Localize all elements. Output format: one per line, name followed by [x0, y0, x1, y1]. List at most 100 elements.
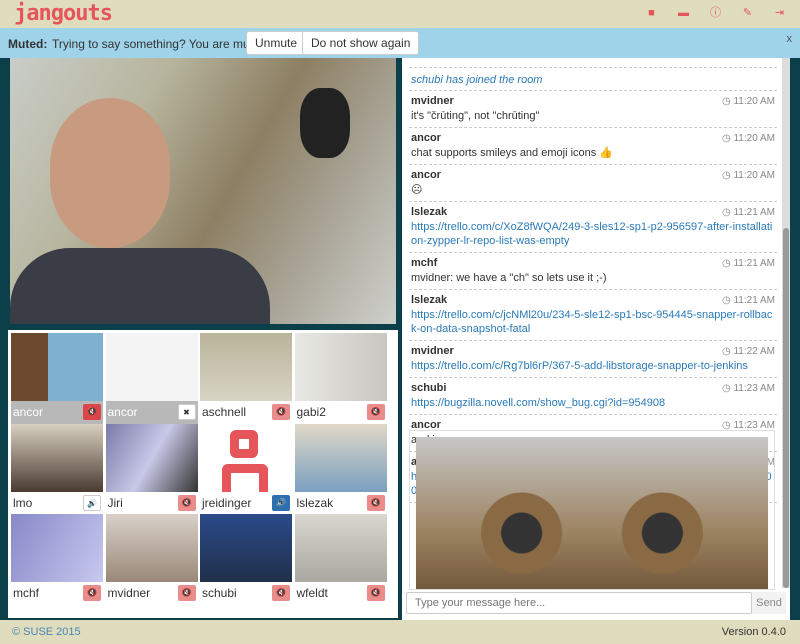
chat-message: schubi ◷ 11:23 AM https://bugzilla.novell.… — [409, 378, 777, 415]
feed-tile[interactable]: aschnell 🔇 — [200, 333, 292, 423]
feed-video — [11, 423, 103, 492]
feed-tile[interactable]: ancor 🔇 — [11, 333, 103, 424]
cat-image — [416, 437, 768, 589]
chat-message: mvidner ◷ 11:22 AM https://trello.com/c/Rg… — [409, 341, 777, 378]
message-text: chat supports smileys and emoji icons 👍 — [411, 147, 614, 159]
message-user: mvidner — [411, 345, 454, 357]
mute-toggle-button[interactable]: 🔇 — [272, 404, 290, 420]
mute-toggle-button[interactable]: 🔇 — [177, 585, 196, 601]
feed-tile[interactable]: mvidner 🔇 — [105, 514, 198, 604]
mute-toggle-button[interactable]: 🔊 — [272, 494, 290, 511]
mute-toggle-button[interactable]: 🔇 — [366, 494, 385, 511]
clock-icon: ◷ — [721, 258, 734, 269]
speaker-face — [50, 98, 170, 248]
feed-tile[interactable]: schubi 🔇 — [200, 514, 292, 604]
message-link[interactable]: https://bugzilla.novell.com/show_bug.cgi… — [411, 397, 665, 409]
do-not-show-again-button[interactable]: Do not show again — [302, 31, 420, 55]
feed-tile[interactable]: lmo 🔊 — [11, 423, 103, 514]
chat-panel: schubi has joined the room mvidner ◷ 11:2… — [402, 58, 790, 620]
feed-video — [105, 423, 198, 492]
feed-tile[interactable]: Jiri 🔇 — [105, 423, 198, 514]
message-text: it's "črūting", not "chrūting" — [411, 110, 540, 122]
clock-icon: ◷ — [721, 346, 734, 357]
message-time-text: 11:21 AM — [733, 258, 775, 269]
close-icon[interactable]: x — [787, 33, 793, 45]
clock-icon: ◷ — [721, 207, 734, 218]
alert-label: Muted: — [8, 37, 48, 51]
message-time: ◷ 11:20 AM — [722, 96, 775, 107]
main-video — [10, 58, 396, 324]
feed-tile[interactable]: mchf 🔇 — [11, 514, 103, 604]
close-screen-button[interactable]: ✖ — [177, 404, 196, 420]
message-input[interactable] — [406, 592, 752, 614]
mute-toggle-button[interactable]: 🔇 — [366, 585, 385, 601]
message-link[interactable]: https://trello.com/c/XoZ8fWQA/249-3-sles… — [411, 221, 772, 247]
copyright[interactable]: © SUSE 2015 — [12, 626, 81, 638]
system-message: schubi has joined the room — [411, 74, 543, 86]
version: Version 0.4.0 — [721, 626, 786, 638]
feed-tile[interactable]: lslezak 🔇 — [294, 423, 387, 514]
clock-icon: ◷ — [721, 133, 734, 144]
message-text: mvidner: we have a "ch" so lets use it ;… — [411, 272, 607, 284]
penguin-figure — [300, 88, 350, 158]
feed-video — [294, 423, 387, 492]
feed-tile[interactable]: gabi2 🔇 — [294, 333, 387, 423]
logo[interactable]: jangouts — [14, 1, 113, 26]
mute-toggle-button[interactable]: 🔇 — [83, 585, 101, 601]
chat-message: mchf ◷ 11:21 AM mvidner: we have a "ch" so… — [409, 253, 777, 290]
message-user: lslezak — [411, 294, 448, 306]
message-user: ancor — [411, 169, 441, 181]
mute-toggle-button[interactable]: 🔊 — [83, 494, 101, 511]
message-user: mvidner — [411, 95, 454, 107]
message-user: schubi — [411, 382, 447, 394]
sign-out-icon[interactable]: ⇥ — [773, 7, 786, 20]
feed-video — [200, 514, 292, 582]
feed-video — [11, 514, 103, 582]
feed-tile[interactable]: jreidinger 🔊 — [200, 423, 292, 514]
message-link[interactable]: https://trello.com/c/jcNMl20u/234-5-sle1… — [411, 309, 772, 335]
message-time: ◷ 11:20 AM — [722, 133, 775, 144]
feed-tile[interactable]: ancor ✖ — [105, 333, 198, 424]
mute-toggle-button[interactable]: 🔇 — [83, 404, 101, 420]
feed-video — [200, 333, 292, 401]
clock-icon: ◷ — [721, 96, 734, 107]
chat-message: ancor ◷ 11:20 AM chat supports smileys and… — [409, 128, 777, 165]
feed-grid: ancor 🔇 ancor ✖ aschnell 🔇 gabi2 🔇 lmo 🔊 Jiri 🔇 jrei… — [8, 330, 398, 618]
info-icon[interactable]: ⓘ — [709, 7, 722, 20]
chat-message: mvidner ◷ 11:20 AM it's "črūting", not "ch… — [409, 91, 777, 128]
scrollbar-thumb[interactable] — [783, 228, 789, 588]
feed-video — [105, 514, 198, 582]
header: jangouts ■ ▬ ⓘ ✎ ⇥ — [0, 0, 800, 28]
send-button[interactable]: Send — [752, 592, 786, 614]
feed-video — [294, 514, 387, 582]
speaker-body — [10, 248, 270, 324]
pin-icon[interactable]: ✎ — [741, 7, 754, 20]
message-time-text: 11:20 AM — [733, 170, 775, 181]
message-time-text: 11:22 AM — [733, 346, 775, 357]
screen-share-icon[interactable]: ▬ — [677, 7, 690, 20]
clock-icon: ◷ — [721, 170, 734, 181]
chat-message-partial — [409, 58, 777, 68]
clock-icon: ◷ — [721, 383, 734, 394]
message-time: ◷ 11:21 AM — [722, 258, 775, 269]
mute-toggle-button[interactable]: 🔇 — [366, 404, 385, 420]
muted-alert: Muted: Trying to say something? You are … — [0, 28, 800, 58]
feed-video — [200, 423, 292, 492]
message-time: ◷ 11:23 AM — [722, 383, 775, 394]
scrollbar[interactable] — [782, 58, 790, 588]
message-time-text: 11:21 AM — [733, 207, 775, 218]
mute-toggle-button[interactable]: 🔇 — [177, 494, 196, 511]
message-user: ancor — [411, 132, 441, 144]
mute-toggle-button[interactable]: 🔇 — [272, 585, 290, 601]
chat-message: ancor ◷ 11:20 AM ☹ — [409, 165, 777, 202]
message-user: lslezak — [411, 206, 448, 218]
chat-image[interactable] — [409, 430, 775, 590]
message-link[interactable]: https://trello.com/c/Rg7bl6rP/367-5-add-… — [411, 360, 748, 372]
feed-tile[interactable]: wfeldt 🔇 — [294, 514, 387, 604]
chat-message: lslezak ◷ 11:21 AM https://trello.com/c/jc… — [409, 290, 777, 341]
video-camera-icon[interactable]: ■ — [645, 7, 658, 20]
unmute-button[interactable]: Unmute — [246, 31, 307, 55]
message-time-text: 11:23 AM — [733, 383, 775, 394]
feed-video — [294, 333, 387, 401]
avatar-body — [222, 463, 268, 492]
